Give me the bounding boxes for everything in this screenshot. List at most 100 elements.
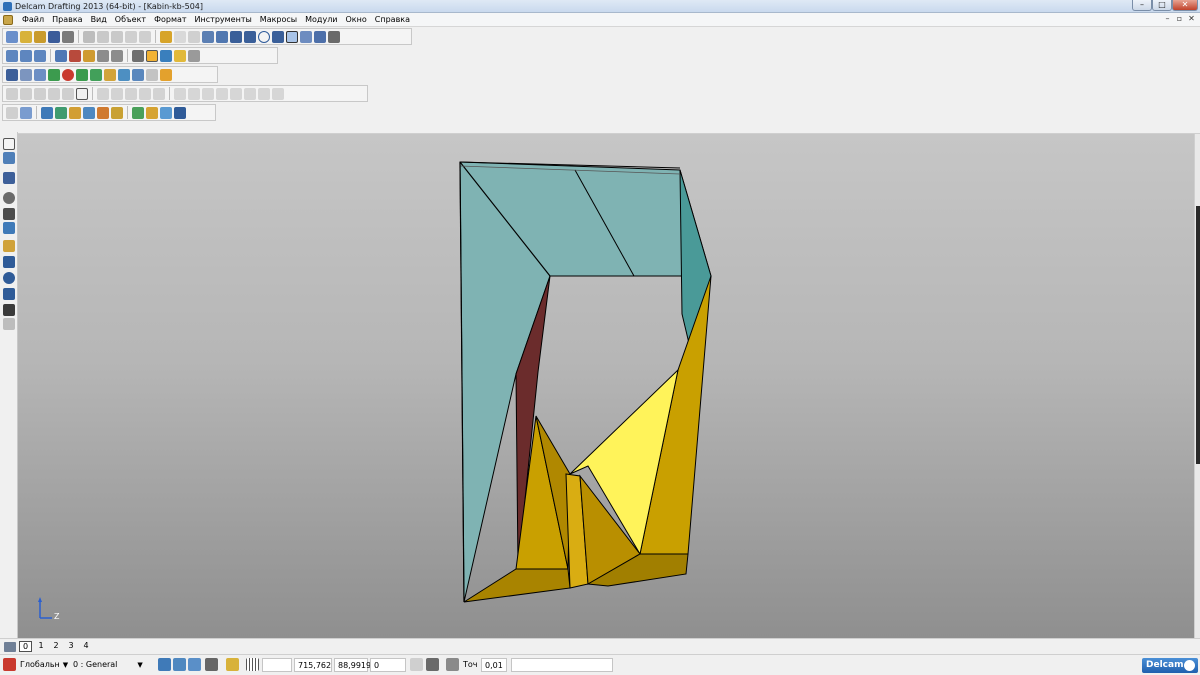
view-iso-icon[interactable] bbox=[55, 49, 67, 62]
edit-3-icon[interactable] bbox=[34, 87, 46, 100]
menu-help[interactable]: Справка bbox=[371, 14, 414, 26]
table-small-icon[interactable] bbox=[3, 318, 15, 330]
select-icon[interactable] bbox=[6, 106, 18, 119]
zoom-out-icon[interactable] bbox=[111, 49, 123, 62]
curve-icon[interactable] bbox=[272, 30, 284, 43]
menu-object[interactable]: Объект bbox=[111, 14, 150, 26]
text-style-icon[interactable] bbox=[3, 172, 15, 184]
render-icon[interactable] bbox=[160, 49, 172, 62]
curve-4-icon[interactable] bbox=[216, 87, 228, 100]
sheet-icon[interactable] bbox=[20, 68, 32, 81]
undo-icon[interactable] bbox=[160, 30, 172, 43]
select-box-icon[interactable] bbox=[76, 87, 88, 100]
solid-6-icon[interactable] bbox=[111, 106, 123, 119]
vertical-scrollbar[interactable] bbox=[1194, 134, 1200, 638]
assembly-icon[interactable] bbox=[132, 106, 144, 119]
view-top-icon[interactable] bbox=[6, 49, 18, 62]
mdi-minimize-button[interactable]: – bbox=[1163, 14, 1172, 24]
menu-view[interactable]: Вид bbox=[87, 14, 111, 26]
erase-icon[interactable] bbox=[125, 30, 137, 43]
edit-4-icon[interactable] bbox=[48, 87, 60, 100]
menu-tools[interactable]: Инструменты bbox=[191, 14, 256, 26]
page-tab-3[interactable]: 3 bbox=[65, 641, 77, 652]
drawing-icon[interactable] bbox=[34, 68, 46, 81]
curve-1-icon[interactable] bbox=[174, 87, 186, 100]
open-model-icon[interactable] bbox=[34, 30, 46, 43]
menu-modules[interactable]: Модули bbox=[301, 14, 341, 26]
snap-object-icon[interactable] bbox=[188, 658, 201, 671]
cut-icon[interactable] bbox=[83, 30, 95, 43]
menu-macros[interactable]: Макросы bbox=[256, 14, 301, 26]
snap-value[interactable]: 0,01 bbox=[481, 658, 507, 672]
solid-2-icon[interactable] bbox=[55, 106, 67, 119]
edit-2-icon[interactable] bbox=[20, 87, 32, 100]
globe-icon[interactable] bbox=[132, 49, 144, 62]
page-tab-2[interactable]: 2 bbox=[50, 641, 62, 652]
group-icon[interactable] bbox=[160, 68, 172, 81]
close-button[interactable]: ✕ bbox=[1172, 0, 1198, 11]
open-icon[interactable] bbox=[20, 30, 32, 43]
print-icon[interactable] bbox=[62, 30, 74, 43]
polyline-icon[interactable] bbox=[216, 30, 228, 43]
mdi-restore-button[interactable]: ▫ bbox=[1175, 14, 1184, 24]
mirror-icon[interactable] bbox=[139, 87, 151, 100]
new-file-icon[interactable] bbox=[6, 30, 18, 43]
table-icon[interactable] bbox=[426, 658, 439, 671]
view-side-icon[interactable] bbox=[34, 49, 46, 62]
solid-5-icon[interactable] bbox=[97, 106, 109, 119]
solid-3-icon[interactable] bbox=[69, 106, 81, 119]
offset-icon[interactable] bbox=[125, 87, 137, 100]
scale-icon[interactable] bbox=[153, 87, 165, 100]
wedge-icon[interactable] bbox=[174, 106, 186, 119]
table-icon[interactable] bbox=[328, 30, 340, 43]
dimension-x-icon[interactable] bbox=[20, 106, 32, 119]
status-tool-icon[interactable] bbox=[3, 658, 16, 671]
view-rotate-icon[interactable] bbox=[69, 49, 81, 62]
snap-accuracy-icon[interactable] bbox=[446, 658, 459, 671]
solid-1-icon[interactable] bbox=[41, 106, 53, 119]
redo-icon[interactable] bbox=[174, 30, 186, 43]
dimension-icon[interactable] bbox=[3, 304, 15, 316]
settings-icon[interactable] bbox=[188, 49, 200, 62]
rectangle-icon[interactable] bbox=[202, 30, 214, 43]
hatch-icon[interactable] bbox=[300, 30, 312, 43]
pointer-icon[interactable] bbox=[3, 138, 15, 150]
pick-icon[interactable] bbox=[226, 658, 239, 671]
snap-grid-icon[interactable] bbox=[173, 658, 186, 671]
print-preview-icon[interactable] bbox=[205, 658, 218, 671]
curve-7-icon[interactable] bbox=[258, 87, 270, 100]
curve-6-icon[interactable] bbox=[244, 87, 256, 100]
triangle-icon[interactable] bbox=[3, 288, 15, 300]
circle-icon[interactable] bbox=[258, 30, 270, 43]
zoom-icon[interactable] bbox=[83, 49, 95, 62]
block-icon[interactable] bbox=[104, 68, 116, 81]
grid-icon[interactable] bbox=[246, 658, 259, 671]
curve-2-icon[interactable] bbox=[188, 87, 200, 100]
annotate-icon[interactable] bbox=[286, 30, 298, 43]
layer-icon[interactable] bbox=[146, 68, 158, 81]
copy-icon[interactable] bbox=[97, 30, 109, 43]
curve-3-icon[interactable] bbox=[202, 87, 214, 100]
layers-icon[interactable] bbox=[3, 152, 15, 164]
document-icon[interactable] bbox=[3, 15, 13, 25]
page-tab-0[interactable]: 0 bbox=[19, 641, 33, 652]
extend-icon[interactable] bbox=[111, 87, 123, 100]
arc-icon[interactable] bbox=[244, 30, 256, 43]
fill-icon[interactable] bbox=[314, 30, 326, 43]
solid-4-icon[interactable] bbox=[83, 106, 95, 119]
page-tab-1[interactable]: 1 bbox=[35, 641, 47, 652]
menu-file[interactable]: Файл bbox=[18, 14, 48, 26]
move-icon[interactable] bbox=[3, 222, 15, 234]
rotate-icon[interactable] bbox=[3, 272, 15, 284]
light-icon[interactable] bbox=[174, 49, 186, 62]
calculator-icon[interactable] bbox=[410, 658, 423, 671]
frame-icon[interactable] bbox=[118, 68, 130, 81]
curve-8-icon[interactable] bbox=[272, 87, 284, 100]
minimize-button[interactable]: – bbox=[1132, 0, 1152, 11]
trim-icon[interactable] bbox=[97, 87, 109, 100]
mesh-icon[interactable] bbox=[146, 106, 158, 119]
menu-window[interactable]: Окно bbox=[342, 14, 371, 26]
arrow-right-icon[interactable] bbox=[76, 68, 88, 81]
page-tab-4[interactable]: 4 bbox=[80, 641, 92, 652]
arrow-green-icon[interactable] bbox=[90, 68, 102, 81]
